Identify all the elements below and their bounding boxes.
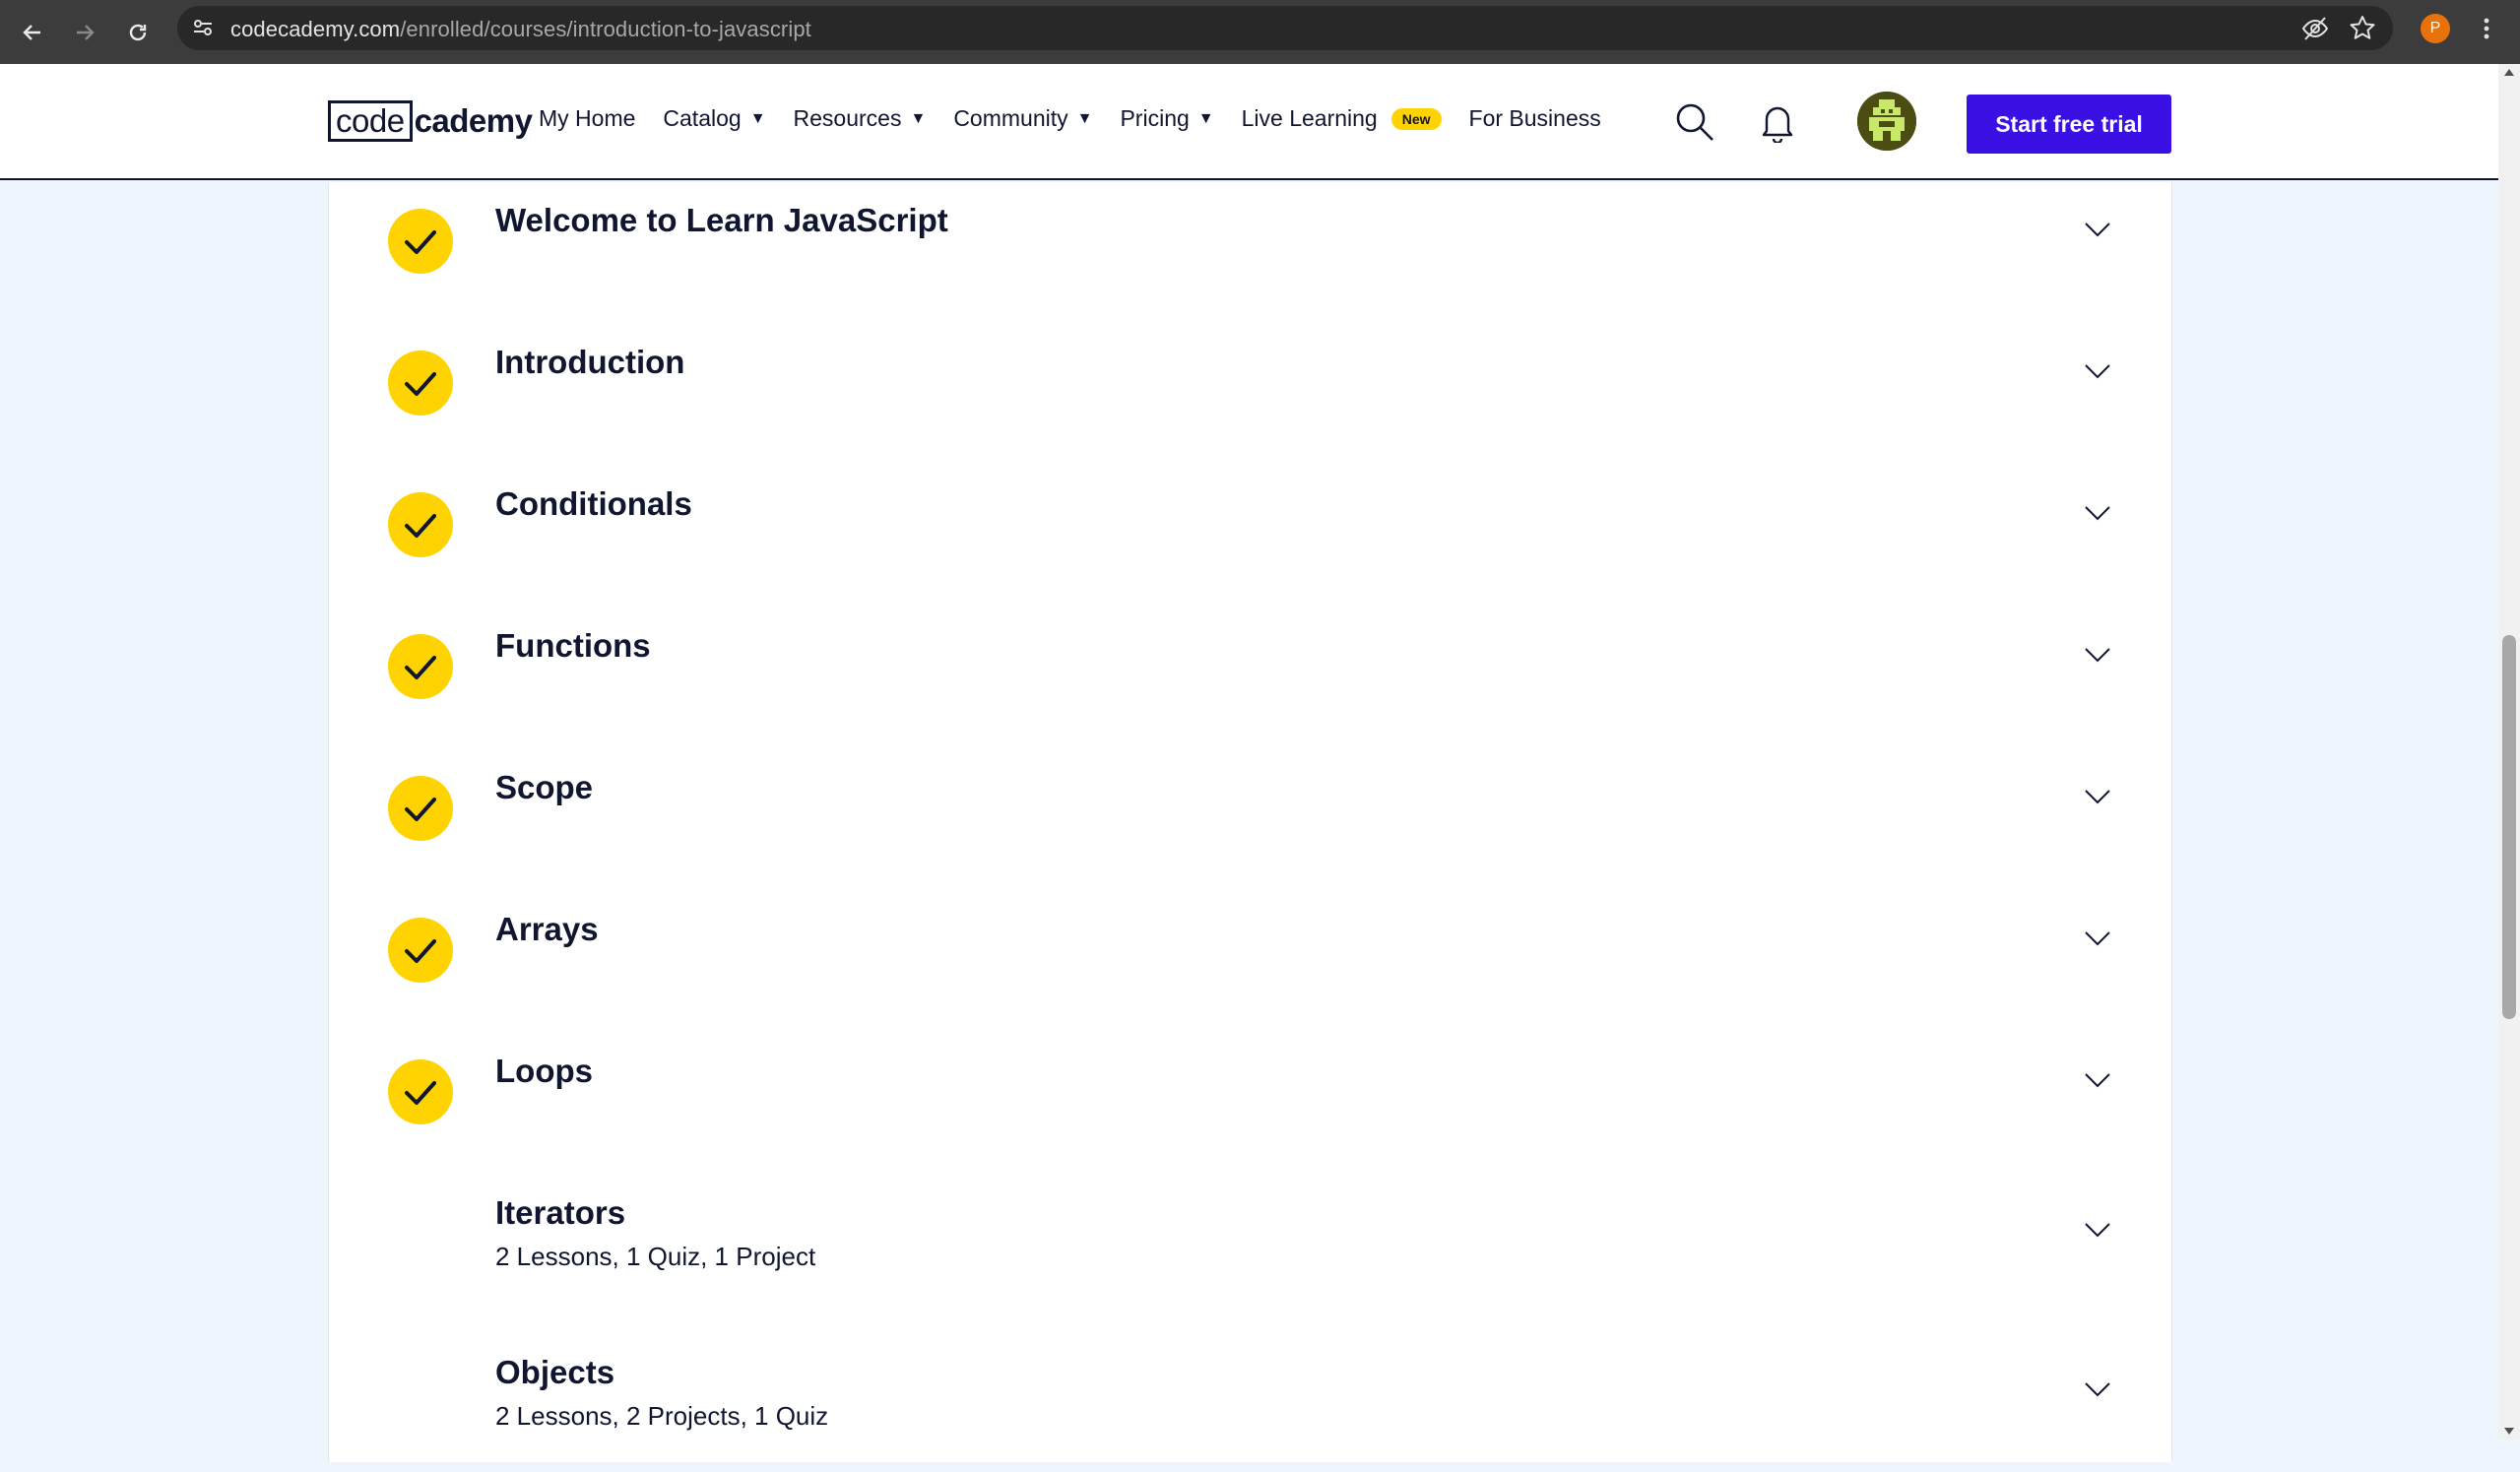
start-free-trial-button[interactable]: Start free trial [1967,95,2171,154]
chevron-down-icon[interactable] [2084,1072,2111,1093]
nav-live-learning[interactable]: Live Learning New [1242,105,1442,132]
syllabus-card: Welcome to Learn JavaScript Introduction C… [328,182,2172,1462]
nav-catalog[interactable]: Catalog ▼ [663,105,765,132]
nav-live-learning-label: Live Learning [1241,105,1378,131]
nav-pricing[interactable]: Pricing ▼ [1120,105,1213,132]
url-text: codecademy.com/enrolled/courses/introduc… [230,17,811,42]
module-row[interactable]: Introduction [329,344,2171,462]
module-row[interactable]: Iterators 2 Lessons, 1 Quiz, 1 Project [329,1194,2171,1312]
completed-check-icon [388,209,453,274]
module-title: Welcome to Learn JavaScript [495,202,948,238]
chevron-down-icon[interactable] [2084,505,2111,526]
completed-check-icon [388,351,453,416]
forward-button[interactable] [68,16,101,49]
logo-code: code [328,100,413,142]
module-row[interactable]: Functions [329,627,2171,745]
chevron-down-icon[interactable] [2084,789,2111,809]
module-row[interactable]: Loops [329,1053,2171,1171]
module-title: Functions [495,627,651,664]
browser-profile-avatar[interactable]: P [2421,14,2450,43]
nav-my-home-label: My Home [539,105,636,131]
nav-my-home[interactable]: My Home [539,105,635,132]
module-title: Scope [495,769,594,805]
reload-icon [129,24,147,41]
completed-check-icon [388,1059,453,1124]
tracking-protection-icon[interactable] [2300,14,2330,48]
scroll-down-arrow-icon[interactable] [2504,1428,2514,1435]
forward-arrow-icon [77,25,95,40]
page-scrollbar[interactable] [2498,64,2520,1440]
url-host: codecademy.com [230,17,401,41]
nav-pricing-label: Pricing [1120,105,1190,131]
chevron-down-icon[interactable] [2084,363,2111,384]
codecademy-logo[interactable]: code cademy [328,98,533,144]
nav-for-business[interactable]: For Business [1469,105,1601,132]
module-row[interactable]: Scope [329,769,2171,887]
nav-for-business-label: For Business [1468,105,1601,131]
chevron-down-icon[interactable] [2084,222,2111,242]
module-title: Iterators [495,1194,626,1231]
caret-down-icon: ▼ [1076,109,1093,127]
module-title: Conditionals [495,485,692,522]
chevron-down-icon[interactable] [2084,930,2111,951]
caret-down-icon: ▼ [1197,109,1214,127]
back-button[interactable] [16,16,49,49]
module-title: Objects [495,1354,615,1390]
scrollbar-thumb[interactable] [2502,635,2516,1019]
module-row[interactable]: Welcome to Learn JavaScript [329,202,2171,320]
completed-check-icon [388,918,453,983]
chevron-down-icon[interactable] [2084,647,2111,668]
logo-cademy: cademy [414,102,533,139]
reload-button[interactable] [121,16,155,49]
nav-community-label: Community [953,105,1068,131]
url-path: /enrolled/courses/introduction-to-javasc… [400,17,811,41]
module-row[interactable]: Arrays [329,911,2171,1029]
search-icon[interactable] [1674,101,1715,148]
module-title: Loops [495,1053,593,1089]
scroll-up-arrow-icon[interactable] [2504,69,2514,76]
completed-check-icon [388,492,453,557]
user-avatar[interactable] [1857,92,1916,151]
browser-toolbar: codecademy.com/enrolled/courses/introduc… [0,0,2520,64]
avatar-pixel-icon [1857,92,1916,151]
module-row[interactable]: Conditionals [329,485,2171,604]
nav-community[interactable]: Community ▼ [953,105,1092,132]
caret-down-icon: ▼ [910,109,927,127]
notifications-bell-icon[interactable] [1761,101,1794,148]
module-meta: 2 Lessons, 2 Projects, 1 Quiz [495,1401,829,1431]
address-bar[interactable]: codecademy.com/enrolled/courses/introduc… [177,6,2393,50]
completed-check-icon [388,776,453,841]
nav-resources-label: Resources [793,105,902,131]
nav-catalog-label: Catalog [663,105,742,131]
module-row[interactable]: Objects 2 Lessons, 2 Projects, 1 Quiz [329,1354,2171,1472]
module-meta: 2 Lessons, 1 Quiz, 1 Project [495,1242,816,1271]
new-badge: New [1390,107,1442,130]
nav-resources[interactable]: Resources ▼ [794,105,927,132]
bookmark-star-icon[interactable] [2348,14,2377,48]
chevron-down-icon[interactable] [2084,1381,2111,1402]
browser-menu-icon[interactable] [2482,14,2491,48]
main-nav: My Home Catalog ▼ Resources ▼ Community ▼ P… [539,105,1629,132]
chevron-down-icon[interactable] [2084,1222,2111,1243]
back-arrow-icon [23,25,40,40]
module-title: Introduction [495,344,685,380]
site-settings-icon[interactable] [191,16,215,44]
module-title: Arrays [495,911,599,947]
caret-down-icon: ▼ [749,109,766,127]
completed-check-icon [388,634,453,699]
